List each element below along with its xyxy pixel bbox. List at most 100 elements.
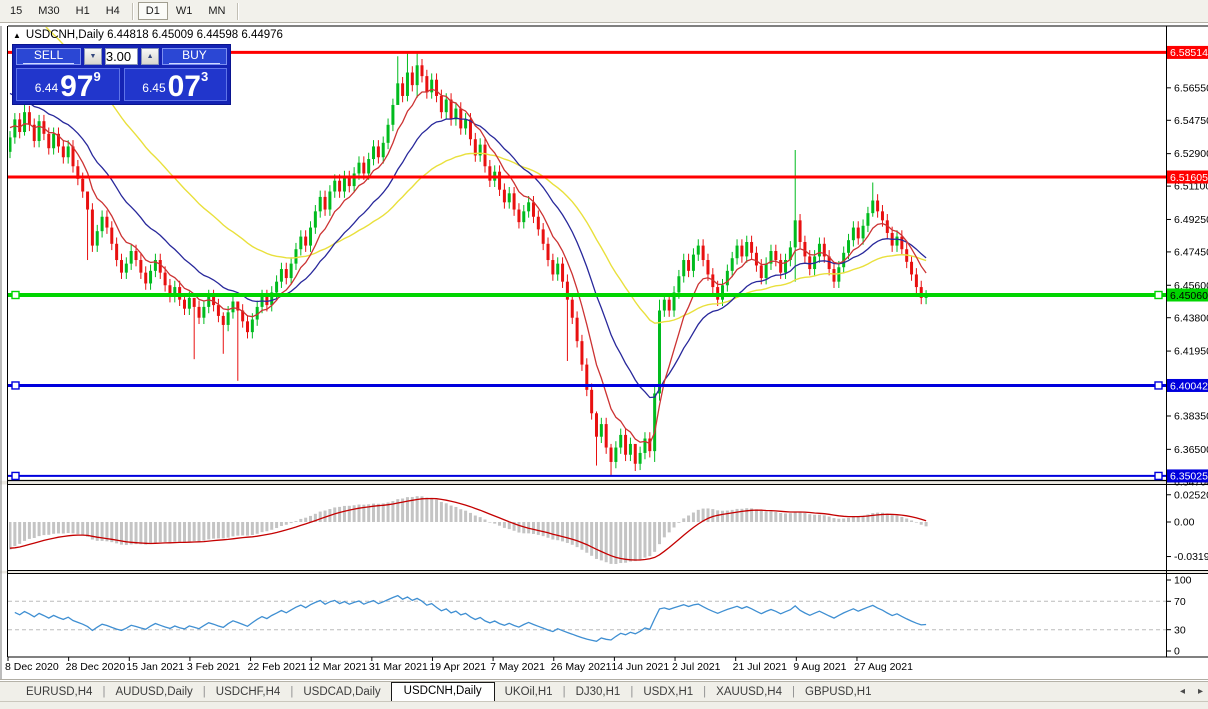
- candle-body: [304, 237, 307, 246]
- candle-body: [900, 237, 903, 250]
- price-tick-label: 6.49250: [1174, 214, 1208, 226]
- macd-histogram-bar: [67, 522, 70, 533]
- macd-histogram-bar: [803, 513, 806, 522]
- macd-histogram-bar: [823, 515, 826, 522]
- candle-body: [328, 192, 331, 210]
- candle-body: [590, 390, 593, 413]
- candle-body: [294, 249, 297, 263]
- candle-body: [580, 341, 583, 364]
- macd-histogram-bar: [168, 522, 171, 542]
- candle-body: [852, 228, 855, 241]
- chart-tab-eurusd-h4[interactable]: EURUSD,H4: [16, 684, 102, 701]
- macd-histogram-bar: [488, 522, 491, 523]
- support-line-2-right-handle[interactable]: [1155, 472, 1162, 479]
- macd-histogram-bar: [629, 522, 632, 562]
- candle-body: [639, 453, 642, 464]
- candle-body: [547, 244, 550, 260]
- candle-body: [144, 273, 147, 284]
- macd-histogram-bar: [348, 506, 351, 522]
- candle-body: [290, 264, 293, 278]
- volume-input[interactable]: 3.00: [105, 48, 138, 65]
- trade-panel-prices: 6.44 97 9 6.45 07 3: [16, 68, 227, 101]
- timeframe-button-H1[interactable]: H1: [68, 2, 98, 20]
- macd-histogram-bar: [188, 522, 191, 541]
- rsi-axis-label: 30: [1174, 624, 1186, 636]
- candle-body: [353, 173, 356, 186]
- macd-histogram-bar: [551, 522, 554, 540]
- candle-body: [653, 393, 656, 451]
- macd-histogram-bar: [319, 512, 322, 522]
- current-level-line-right-handle[interactable]: [1155, 292, 1162, 299]
- sell-button[interactable]: SELL: [16, 48, 81, 65]
- tab-scroll-right-icon[interactable]: ▸: [1198, 687, 1203, 697]
- candle-body: [808, 256, 811, 269]
- macd-histogram-bar: [18, 522, 21, 544]
- macd-histogram-bar: [503, 522, 506, 528]
- collapse-panel-icon[interactable]: ▲: [13, 31, 21, 40]
- timeframe-button-M30[interactable]: M30: [30, 2, 67, 20]
- buy-button[interactable]: BUY: [162, 48, 227, 65]
- candle-body: [445, 100, 448, 113]
- candle-body: [866, 213, 869, 226]
- timeframe-button-W1[interactable]: W1: [168, 2, 201, 20]
- macd-histogram-bar: [164, 522, 167, 542]
- sell-price-prefix: 6.44: [35, 81, 58, 95]
- support-line-1-right-handle[interactable]: [1155, 382, 1162, 389]
- chart-tab-gbpusd-h1[interactable]: GBPUSD,H1: [795, 684, 881, 701]
- volume-decrease-button[interactable]: ▼: [84, 48, 102, 65]
- timeframe-button-MN[interactable]: MN: [200, 2, 233, 20]
- candle-body: [81, 179, 84, 192]
- chart-tab-audusd-daily[interactable]: AUDUSD,Daily: [105, 684, 202, 701]
- candle-body: [818, 244, 821, 257]
- candle-body: [484, 145, 487, 167]
- chart-tab-ukoil-h1[interactable]: UKOil,H1: [495, 684, 563, 701]
- candle-body: [401, 83, 404, 96]
- chart-tab-usdchf-h4[interactable]: USDCHF,H4: [206, 684, 291, 701]
- price-tick-label: 6.36500: [1174, 444, 1208, 456]
- timeframe-button-D1[interactable]: D1: [138, 2, 168, 20]
- macd-histogram-bar: [454, 507, 457, 522]
- chart-tab-usdx-h1[interactable]: USDX,H1: [633, 684, 703, 701]
- timeframe-toolbar: 15M30H1H4 D1W1MN: [0, 0, 1208, 23]
- macd-histogram-bar: [910, 520, 913, 522]
- current-level-line-left-handle[interactable]: [12, 292, 19, 299]
- macd-histogram-bar: [721, 511, 724, 522]
- macd-histogram-bar: [857, 516, 860, 522]
- macd-histogram-bar: [547, 522, 550, 538]
- chart-tab-usdcad-daily[interactable]: USDCAD,Daily: [293, 684, 390, 701]
- date-tick-label: 19 Apr 2021: [429, 661, 486, 673]
- panel-splitter[interactable]: [0, 481, 1208, 485]
- candle-body: [275, 282, 278, 293]
- macd-histogram-bar: [357, 505, 360, 522]
- candle-body: [726, 271, 729, 285]
- candle-body: [62, 146, 65, 157]
- macd-histogram-bar: [309, 516, 312, 522]
- timeframe-button-15[interactable]: 15: [2, 2, 30, 20]
- price-chart-canvas[interactable]: MACD(12,26,9) -0.006882 -0.002229 RSI(14…: [0, 0, 1208, 709]
- macd-histogram-bar: [251, 522, 254, 535]
- price-tick-label: 6.52900: [1174, 148, 1208, 160]
- candle-body: [576, 318, 579, 341]
- tab-scroll-left-icon[interactable]: ◂: [1180, 687, 1185, 697]
- candle-body: [299, 237, 302, 250]
- sell-price-display[interactable]: 6.44 97 9: [16, 68, 120, 101]
- macd-histogram-bar: [130, 522, 133, 544]
- volume-increase-button[interactable]: ▲: [141, 48, 159, 65]
- support-line-1-left-handle[interactable]: [12, 382, 19, 389]
- price-badge-label: 6.40042: [1170, 380, 1208, 392]
- date-tick-label: 2 Jul 2021: [672, 661, 721, 673]
- macd-histogram-bar: [605, 522, 608, 562]
- chart-tab-xauusd-h4[interactable]: XAUUSD,H4: [706, 684, 792, 701]
- macd-histogram-bar: [139, 522, 142, 544]
- macd-histogram-bar: [905, 519, 908, 522]
- timeframe-button-H4[interactable]: H4: [98, 2, 128, 20]
- macd-histogram-bar: [178, 522, 181, 542]
- macd-histogram-bar: [673, 522, 676, 528]
- candle-body: [896, 237, 899, 246]
- support-line-2-left-handle[interactable]: [12, 472, 19, 479]
- chart-tab-dj30-h1[interactable]: DJ30,H1: [566, 684, 631, 701]
- candle-body: [881, 211, 884, 220]
- chart-tab-usdcnh-daily[interactable]: USDCNH,Daily: [391, 682, 495, 701]
- buy-price-display[interactable]: 6.45 07 3: [124, 68, 228, 101]
- macd-histogram-bar: [498, 522, 501, 526]
